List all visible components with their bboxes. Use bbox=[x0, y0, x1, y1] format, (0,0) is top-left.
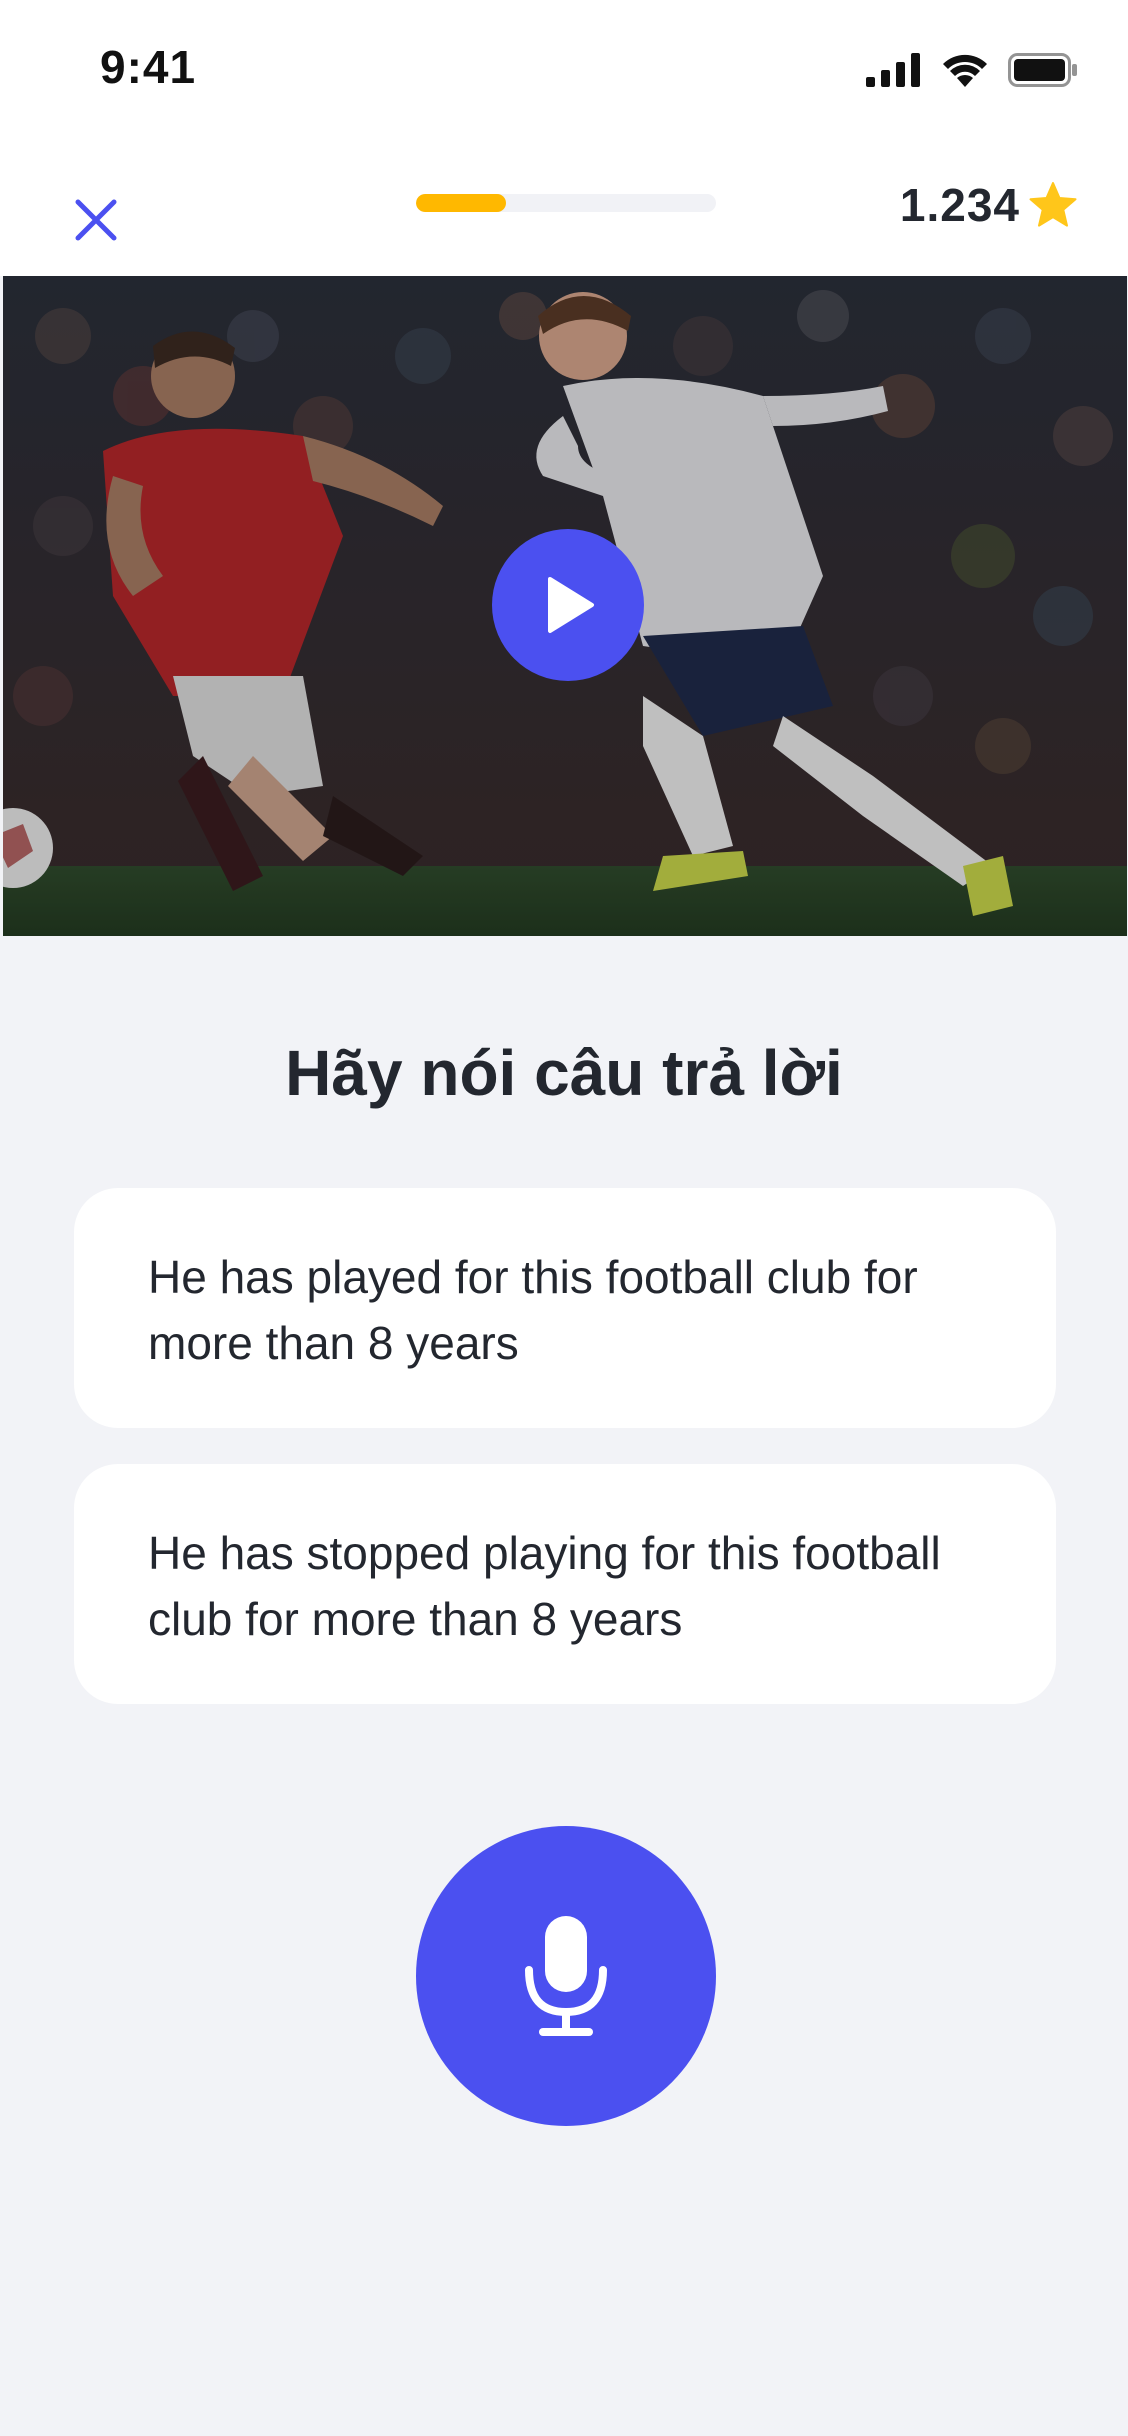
close-icon bbox=[75, 199, 117, 241]
answer-option-1[interactable]: He has played for this football club for… bbox=[74, 1188, 1056, 1428]
status-icons bbox=[866, 50, 1078, 90]
answer-option-1-text: He has played for this football club for… bbox=[148, 1251, 918, 1369]
progress-bar bbox=[416, 194, 716, 212]
status-bar: 9:41 bbox=[0, 0, 1128, 140]
score: 1.234 bbox=[900, 178, 1078, 232]
star-icon bbox=[1029, 182, 1077, 227]
top-bar: 1.234 bbox=[0, 140, 1128, 276]
video-thumbnail[interactable] bbox=[3, 276, 1127, 936]
close-button[interactable] bbox=[66, 190, 126, 250]
score-value: 1.234 bbox=[899, 179, 1020, 231]
answer-option-2[interactable]: He has stopped playing for this football… bbox=[74, 1464, 1056, 1704]
microphone-button[interactable] bbox=[416, 1826, 716, 2126]
answer-option-2-text: He has stopped playing for this football… bbox=[148, 1527, 941, 1645]
status-time: 9:41 bbox=[100, 41, 197, 93]
wifi-icon bbox=[943, 54, 987, 87]
play-icon bbox=[548, 577, 594, 633]
play-button[interactable] bbox=[492, 529, 644, 681]
question-prompt: Hãy nói câu trả lời bbox=[285, 1037, 843, 1109]
microphone-icon bbox=[525, 1916, 607, 2036]
screen: 9:41 1.234 Hãy nói câu trả lời He has pl… bbox=[0, 0, 1128, 2436]
battery-icon bbox=[1008, 53, 1077, 87]
signal-icon bbox=[866, 53, 920, 87]
progress-fill bbox=[416, 194, 506, 212]
